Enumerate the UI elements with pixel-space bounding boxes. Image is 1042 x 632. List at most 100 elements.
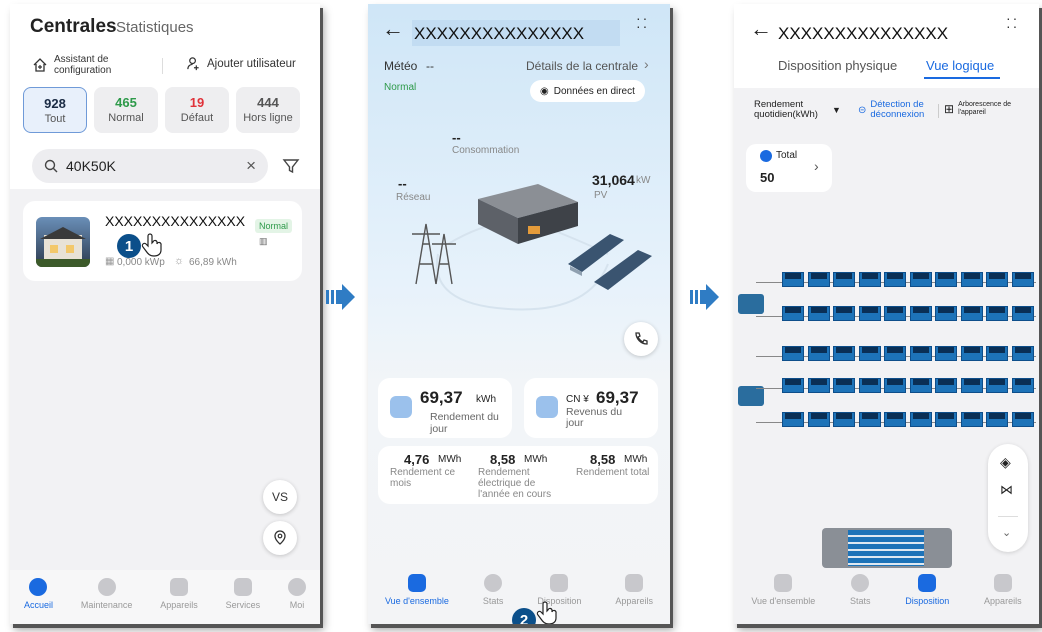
status-filter-0[interactable]: 928 Tout: [23, 87, 87, 133]
total-card[interactable]: Total 50 ›: [746, 144, 832, 192]
pv-module[interactable]: [884, 346, 906, 361]
more-icon[interactable]: ·· ··: [1006, 11, 1019, 33]
chevron-down-icon[interactable]: ⌄: [1002, 526, 1011, 539]
pv-module[interactable]: [909, 306, 932, 321]
pv-module[interactable]: [782, 306, 804, 321]
live-data-button[interactable]: ◉ Données en direct: [530, 80, 645, 102]
nav-stats[interactable]: Stats: [850, 574, 871, 606]
map-pin-button[interactable]: [263, 521, 297, 555]
pv-module[interactable]: [833, 306, 855, 321]
daily-yield-select[interactable]: Rendement quotidien(kWh) ▼: [754, 100, 841, 120]
pv-module[interactable]: [782, 378, 804, 393]
assistant-button[interactable]: Assistant de configuration: [32, 54, 134, 76]
status-count: 444: [257, 95, 279, 110]
pv-module[interactable]: [960, 346, 983, 361]
pv-module[interactable]: [807, 378, 830, 393]
status-filter-2[interactable]: 19 Défaut: [165, 87, 229, 133]
pv-module[interactable]: [884, 272, 906, 287]
pv-module[interactable]: [960, 378, 983, 393]
tab-logical-view[interactable]: Vue logique: [926, 58, 994, 73]
pv-module[interactable]: [960, 412, 983, 427]
add-user-button[interactable]: Ajouter utilisateur: [186, 56, 296, 71]
pv-module[interactable]: [884, 378, 906, 393]
minimap[interactable]: [822, 528, 952, 568]
pv-module[interactable]: [909, 378, 932, 393]
nav-stats[interactable]: Stats: [483, 574, 503, 606]
daily-revenue-card[interactable]: CN ¥ 69,37 Revenus du jour: [524, 378, 658, 438]
search-input[interactable]: 40K50K ×: [32, 149, 268, 183]
pv-module[interactable]: [1011, 378, 1034, 393]
disconnect-detection-toggle[interactable]: ⊝ Détection de déconnexion: [858, 100, 932, 120]
filter-icon[interactable]: [282, 157, 300, 175]
nav-devices[interactable]: Appareils: [160, 578, 198, 610]
pv-module[interactable]: [858, 346, 881, 361]
clear-icon[interactable]: ×: [246, 156, 256, 176]
plant-status: Normal: [384, 82, 417, 93]
pv-module[interactable]: [935, 412, 957, 427]
pv-module[interactable]: [833, 378, 855, 393]
pv-module[interactable]: [909, 272, 932, 287]
pv-module[interactable]: [807, 306, 830, 321]
pv-module[interactable]: [986, 412, 1008, 427]
more-icon[interactable]: ·· ··: [636, 11, 649, 33]
pv-module[interactable]: [960, 272, 983, 287]
pv-module[interactable]: [986, 378, 1008, 393]
plant-details-link[interactable]: Détails de la centrale: [526, 59, 638, 73]
pv-module[interactable]: [884, 306, 906, 321]
pv-module[interactable]: [1011, 306, 1034, 321]
pv-module[interactable]: [1011, 272, 1034, 287]
pv-module[interactable]: [986, 272, 1008, 287]
pv-module[interactable]: [807, 346, 830, 361]
pv-module[interactable]: [807, 412, 830, 427]
daily-yield-card[interactable]: 69,37 kWh Rendement du jour: [378, 378, 512, 438]
inverter-icon[interactable]: [738, 294, 764, 314]
layers-icon[interactable]: ◈: [1000, 454, 1011, 471]
vs-button[interactable]: VS: [263, 480, 297, 514]
pv-module[interactable]: [986, 306, 1008, 321]
pv-module[interactable]: [986, 346, 1008, 361]
status-filter-1[interactable]: 465 Normal: [94, 87, 158, 133]
nav-overview[interactable]: Vue d'ensemble: [385, 574, 449, 606]
tab-statistics[interactable]: Statistiques: [116, 19, 194, 36]
status-filter-3[interactable]: 444 Hors ligne: [236, 87, 300, 133]
tab-physical-layout[interactable]: Disposition physique: [778, 58, 897, 73]
nav-layout[interactable]: Disposition: [905, 574, 949, 606]
plant-energy: 66,89 kWh: [189, 257, 237, 268]
pv-module[interactable]: [782, 272, 804, 287]
pv-module[interactable]: [858, 306, 881, 321]
pv-module[interactable]: [833, 272, 855, 287]
phone-button[interactable]: [624, 322, 658, 356]
pv-module[interactable]: [935, 272, 957, 287]
pv-module[interactable]: [909, 346, 932, 361]
pv-module[interactable]: [833, 412, 855, 427]
pv-module[interactable]: [1011, 412, 1034, 427]
nav-overview[interactable]: Vue d'ensemble: [751, 574, 815, 606]
nav-me[interactable]: Moi: [288, 578, 307, 610]
nav-devices[interactable]: Appareils: [984, 574, 1022, 606]
collapse-icon[interactable]: ⋈: [1000, 482, 1013, 498]
pv-module[interactable]: [807, 272, 830, 287]
pv-module[interactable]: [858, 378, 881, 393]
pv-module[interactable]: [935, 346, 957, 361]
back-arrow-icon[interactable]: ←: [750, 16, 772, 42]
back-arrow-icon[interactable]: ←: [382, 16, 404, 42]
pv-module[interactable]: [884, 412, 906, 427]
nav-services[interactable]: Services: [226, 578, 260, 610]
pv-module[interactable]: [935, 306, 957, 321]
pv-module[interactable]: [782, 346, 804, 361]
nav-devices[interactable]: Appareils: [615, 574, 653, 606]
device-tree-button[interactable]: ⊞ Arborescence de l'appareil: [944, 101, 1014, 117]
tree-icon: ⊞: [944, 102, 955, 116]
nav-home[interactable]: Accueil: [24, 578, 53, 610]
pv-module[interactable]: [782, 412, 804, 427]
pv-module[interactable]: [935, 378, 957, 393]
pv-module[interactable]: [858, 272, 881, 287]
inverter-icon[interactable]: [738, 386, 764, 406]
pv-module[interactable]: [858, 412, 881, 427]
pv-module[interactable]: [833, 346, 855, 361]
nav-maintenance[interactable]: Maintenance: [81, 578, 132, 610]
pv-module[interactable]: [960, 306, 983, 321]
pv-module[interactable]: [909, 412, 932, 427]
plant-thumbnail: [36, 217, 90, 267]
pv-module[interactable]: [1011, 346, 1034, 361]
